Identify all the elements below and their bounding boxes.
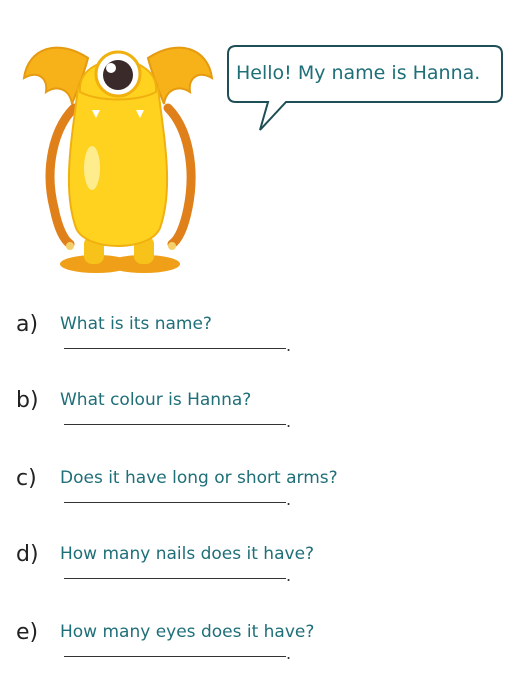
nail-right	[168, 242, 176, 250]
question-b: b) What colour is Hanna? .	[16, 388, 516, 448]
answer-period: .	[286, 490, 292, 509]
question-a: a) What is its name? .	[16, 312, 516, 372]
question-text: What colour is Hanna?	[60, 390, 252, 410]
question-text: What is its name?	[60, 314, 212, 334]
question-letter: a)	[16, 312, 39, 337]
answer-period: .	[286, 336, 292, 355]
question-letter: b)	[16, 388, 39, 413]
nail-left	[66, 242, 74, 250]
monster-body	[67, 78, 169, 247]
speech-bubble	[227, 45, 503, 131]
question-letter: c)	[16, 466, 37, 491]
monster-illustration	[22, 46, 214, 273]
question-text: How many nails does it have?	[60, 544, 315, 564]
answer-line[interactable]	[64, 656, 286, 657]
answer-period: .	[286, 644, 292, 663]
question-e: e) How many eyes does it have? .	[16, 620, 516, 680]
answer-period: .	[286, 566, 292, 585]
question-text: Does it have long or short arms?	[60, 468, 338, 488]
question-c: c) Does it have long or short arms? .	[16, 466, 516, 526]
answer-line[interactable]	[64, 348, 286, 349]
question-d: d) How many nails does it have? .	[16, 542, 516, 602]
question-letter: e)	[16, 620, 39, 645]
question-text: How many eyes does it have?	[60, 622, 315, 642]
answer-line[interactable]	[64, 578, 286, 579]
answer-period: .	[286, 412, 292, 431]
answer-line[interactable]	[64, 502, 286, 503]
body-highlight	[84, 146, 100, 190]
right-arm	[163, 103, 196, 249]
speech-bubble-text: Hello! My name is Hanna.	[236, 62, 481, 84]
eye-shine	[106, 63, 116, 73]
question-letter: d)	[16, 542, 39, 567]
answer-line[interactable]	[64, 424, 286, 425]
